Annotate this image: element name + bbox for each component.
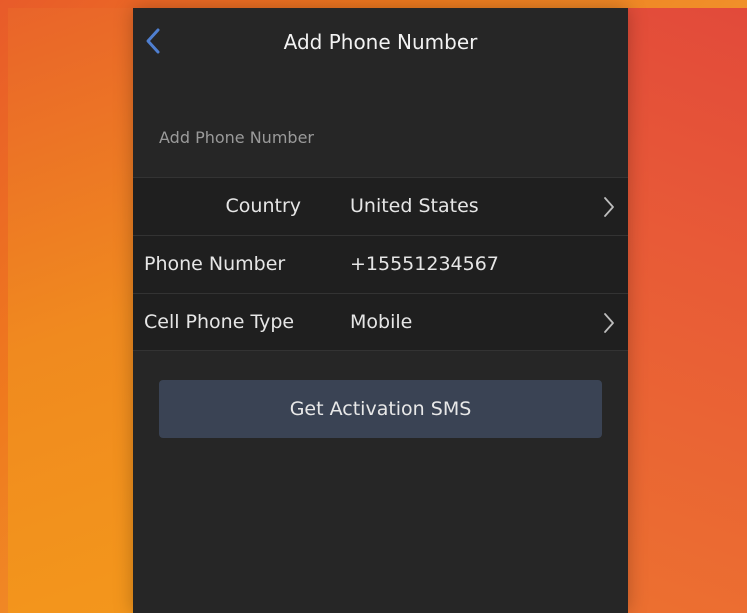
phone-number-label: Phone Number (144, 253, 286, 275)
section-header: Add Phone Number (159, 128, 314, 147)
country-label: Country (225, 195, 301, 217)
app-window: Add Phone Number Add Phone Number Countr… (133, 8, 628, 613)
desktop-background-right (628, 8, 747, 613)
phone-number-row: Phone Number (133, 235, 628, 293)
navigation-bar: Add Phone Number (133, 8, 628, 76)
country-value: United States (350, 195, 479, 217)
cell-phone-type-row[interactable]: Cell Phone Type Mobile (133, 293, 628, 351)
phone-form: Country United States Phone Number Cell … (133, 177, 628, 351)
country-row[interactable]: Country United States (133, 177, 628, 235)
cell-phone-type-value: Mobile (350, 311, 413, 333)
chevron-right-icon (604, 313, 614, 333)
page-title: Add Phone Number (283, 30, 478, 54)
chevron-right-icon (604, 197, 614, 217)
cell-phone-type-label: Cell Phone Type (144, 311, 295, 333)
get-activation-sms-button[interactable]: Get Activation SMS (159, 380, 602, 438)
phone-number-input[interactable] (350, 253, 590, 275)
